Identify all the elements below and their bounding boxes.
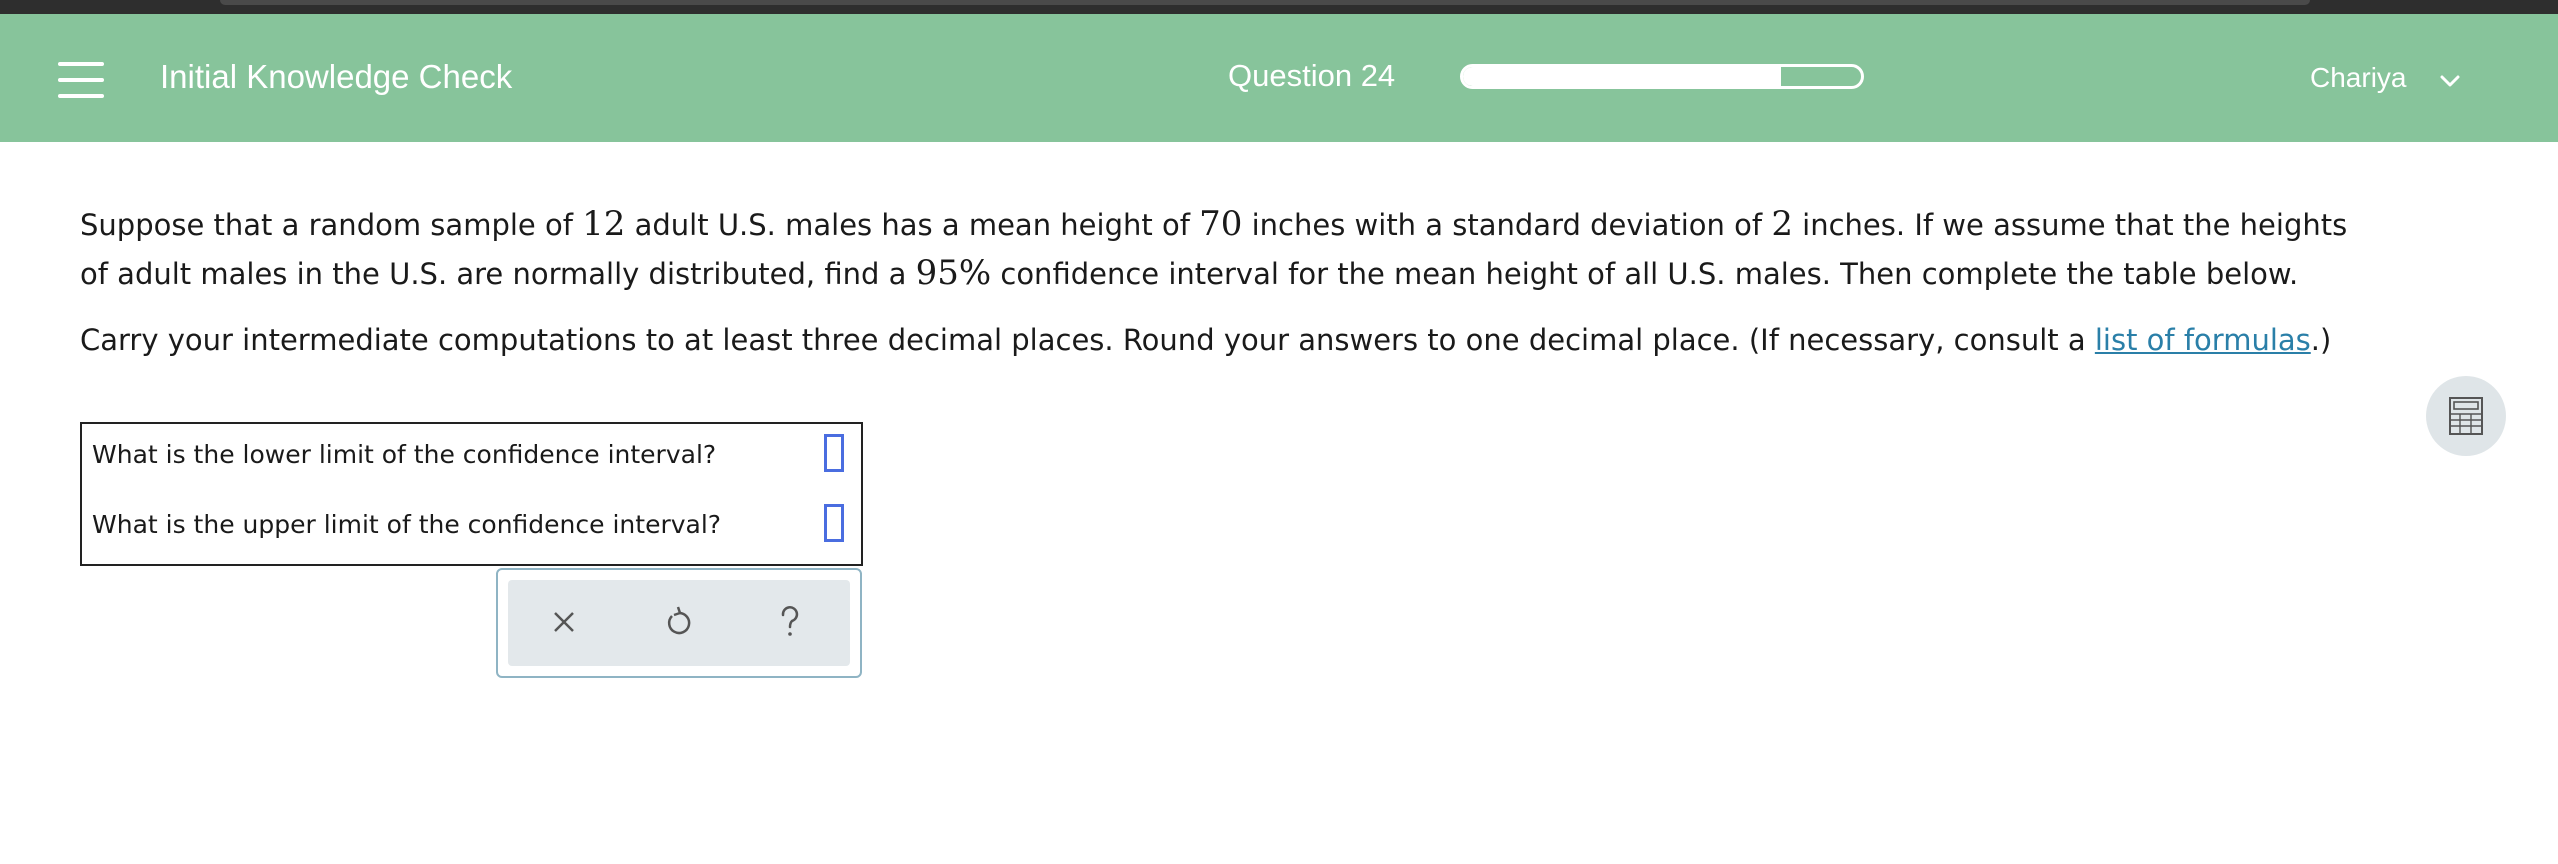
problem-text: confidence interval for the mean height … — [991, 257, 2299, 291]
instructions-text: Carry your intermediate computations to … — [80, 323, 2095, 357]
lower-limit-input[interactable] — [824, 434, 844, 472]
std-dev-value: 2 — [1771, 204, 1793, 244]
menu-button[interactable] — [58, 60, 106, 100]
table-row-question: What is the upper limit of the confidenc… — [92, 510, 722, 539]
table-row-question: What is the lower limit of the confidenc… — [92, 440, 717, 469]
calculator-icon — [2449, 397, 2483, 435]
problem-text: Suppose that a random sample of — [80, 208, 583, 242]
sample-size-value: 12 — [582, 204, 626, 244]
question-number-label: Question 24 — [1228, 58, 1396, 93]
chevron-down-icon[interactable] — [2440, 74, 2460, 88]
problem-text: inches with a standard deviation of — [1242, 208, 1772, 242]
undo-icon[interactable] — [657, 600, 701, 644]
problem-paragraph: Suppose that a random sample of 12 adult… — [80, 200, 2380, 298]
browser-top-strip — [0, 0, 2558, 14]
app-title: Initial Knowledge Check — [160, 58, 513, 95]
list-of-formulas-link[interactable]: list of formulas — [2095, 323, 2311, 357]
progress-bar-fill — [1463, 67, 1782, 86]
problem-statement: Suppose that a random sample of 12 adult… — [80, 200, 2380, 364]
calculator-button[interactable] — [2426, 376, 2506, 456]
answer-toolbar-panel — [508, 580, 850, 666]
progress-bar — [1460, 64, 1864, 89]
upper-limit-input[interactable] — [824, 504, 844, 542]
menu-icon-bar — [58, 94, 104, 98]
user-name[interactable]: Chariya — [2310, 62, 2406, 94]
app-header: Initial Knowledge Check Question 24 Char… — [0, 14, 2558, 142]
menu-icon-bar — [58, 78, 104, 82]
problem-text: adult U.S. males has a mean height of — [625, 208, 1200, 242]
answer-toolbar — [496, 568, 862, 678]
browser-top-strip-inner — [220, 0, 2310, 5]
confidence-level-value: 95% — [915, 253, 992, 293]
help-icon[interactable] — [768, 600, 812, 644]
close-icon[interactable] — [542, 600, 586, 644]
instructions-paragraph: Carry your intermediate computations to … — [80, 316, 2380, 364]
instructions-text: .) — [2310, 323, 2332, 357]
answer-table: What is the lower limit of the confidenc… — [80, 422, 863, 566]
menu-icon-bar — [58, 62, 104, 66]
mean-value: 70 — [1199, 204, 1243, 244]
